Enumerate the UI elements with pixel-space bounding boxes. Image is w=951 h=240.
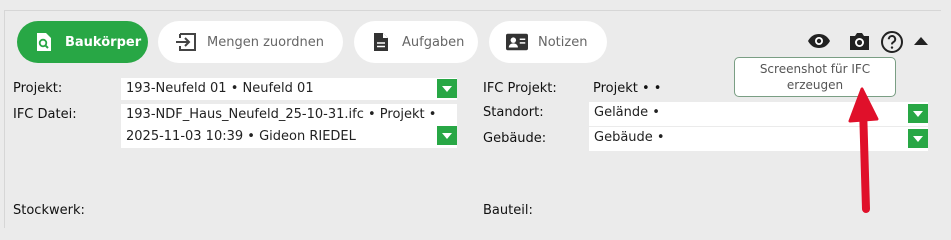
tab-aufgaben[interactable]: Aufgaben [354,21,478,63]
tab-baukoerper[interactable]: Baukörper [17,21,148,63]
ifc-datei-label: IFC Datei: [13,107,77,122]
eye-icon[interactable] [806,30,832,52]
standort-label: Standort: [483,105,544,120]
gebaeude-label: Gebäude: [483,131,547,146]
tab-notizen[interactable]: Notizen [489,21,607,63]
standort-dropdown-icon[interactable] [908,104,928,123]
standort-value: Gelände • [594,105,660,120]
ifc-datei-value-line1: 193-NDF_Haus_Neufeld_25-10-31.ifc • Proj… [126,107,437,122]
tooltip-line: Screenshot für IFC [759,62,871,76]
gebaeude-dropdown-icon[interactable] [908,129,928,148]
stockwerk-label: Stockwerk: [13,203,85,218]
document-icon [370,31,392,53]
tab-label: Mengen zuordnen [207,34,324,50]
gebaeude-value: Gebäude • [594,130,665,145]
tab-mengen-zuordnen[interactable]: Mengen zuordnen [158,21,343,63]
arrow-into-box-icon [175,31,197,53]
tab-label: Notizen [538,34,588,50]
ifc-projekt-value: Projekt • • [593,81,662,96]
search-document-icon [33,31,55,53]
projekt-select[interactable]: 193-Neufeld 01 • Neufeld 01 [121,78,457,100]
projekt-value: 193-Neufeld 01 • Neufeld 01 [126,81,314,96]
ifc-projekt-label: IFC Projekt: [483,81,557,96]
ifc-datei-select[interactable]: 193-NDF_Haus_Neufeld_25-10-31.ifc • Proj… [121,104,457,148]
ifc-datei-value-line2: 2025-11-03 10:39 • Gideon RIEDEL [126,129,356,144]
tab-label: Aufgaben [402,34,465,50]
contact-card-icon [506,31,528,53]
ifc-datei-dropdown-icon[interactable] [437,126,457,145]
camera-icon[interactable] [846,29,872,53]
tab-label: Baukörper [65,34,142,50]
collapse-up-icon[interactable] [910,33,932,49]
projekt-label: Projekt: [13,81,63,96]
help-icon[interactable] [879,29,905,55]
projekt-dropdown-icon[interactable] [437,79,457,98]
annotation-arrow [848,87,879,213]
bauteil-label: Bauteil: [483,203,533,218]
